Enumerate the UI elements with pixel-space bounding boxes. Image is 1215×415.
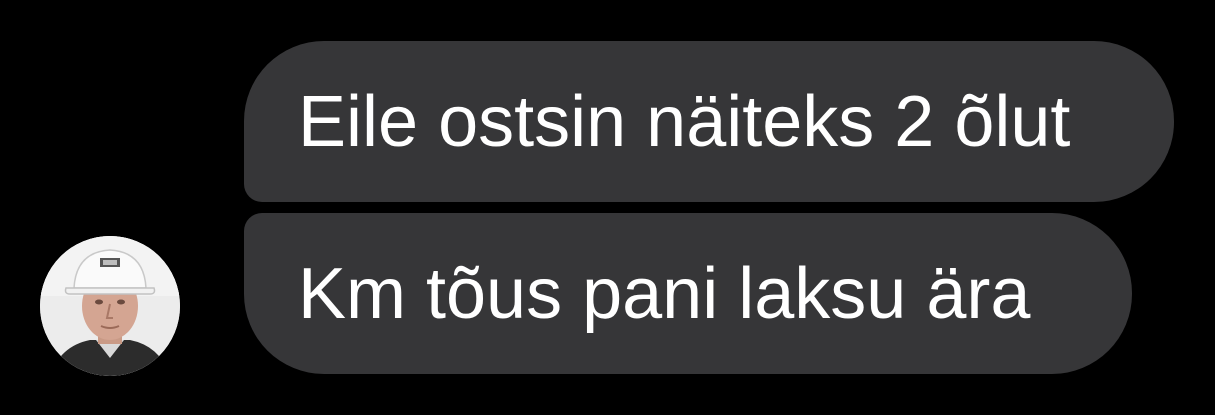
message-thread: Eile ostsin näiteks 2 õlut Km tõus pani …: [0, 0, 1215, 415]
message-bubble[interactable]: Km tõus pani laksu ära: [244, 213, 1132, 374]
message-text: Km tõus pani laksu ära: [298, 253, 1031, 334]
message-text: Eile ostsin näiteks 2 õlut: [298, 81, 1071, 162]
avatar[interactable]: [40, 236, 180, 376]
user-avatar-photo-icon: [40, 236, 180, 376]
message-bubble[interactable]: Eile ostsin näiteks 2 õlut: [244, 41, 1174, 202]
